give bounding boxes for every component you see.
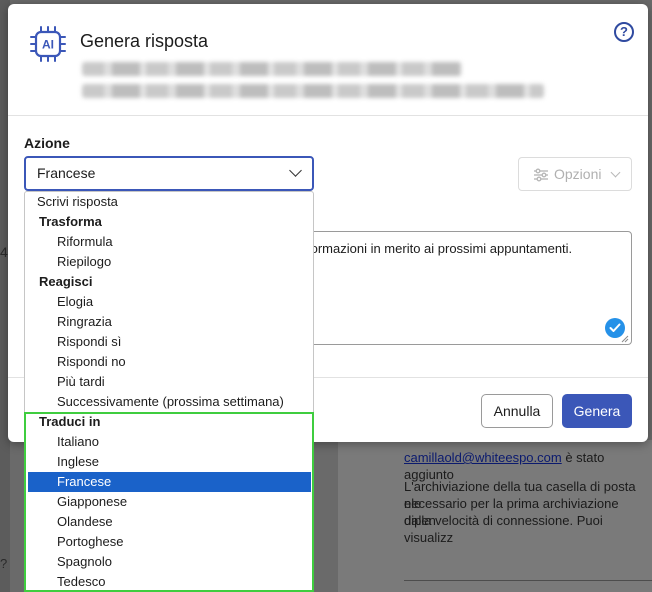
generate-button[interactable]: Genera [562, 394, 632, 428]
dropdown-item[interactable]: Successivamente (prossima settimana) [25, 392, 313, 412]
resize-handle-icon[interactable] [621, 335, 629, 343]
reply-textarea[interactable]: formazioni in merito ai prossimi appunta… [307, 231, 632, 345]
background-help-icon: ? [0, 556, 8, 571]
background-number: 4 [0, 244, 8, 260]
action-select[interactable]: Francese [24, 156, 314, 191]
chevron-down-icon [289, 164, 302, 177]
dropdown-group-header: Traduci in [39, 414, 101, 429]
blurred-subtitle-line [82, 84, 544, 98]
options-button[interactable]: Opzioni [518, 157, 632, 191]
dropdown-item[interactable]: Scrivi risposta [25, 192, 313, 212]
dropdown-item[interactable]: Spagnolo [25, 552, 313, 572]
dropdown-item[interactable]: Riformula [25, 232, 313, 252]
dropdown-item[interactable]: Rispondi no [25, 352, 313, 372]
ai-chip-icon: AI [30, 26, 66, 62]
dropdown-group-header: Trasforma [39, 214, 102, 229]
dropdown-group-header: Reagisci [39, 274, 93, 289]
dropdown-item[interactable]: Italiano [25, 432, 313, 452]
dropdown-item[interactable]: Inglese [25, 452, 313, 472]
dropdown-item[interactable]: Tedesco [25, 572, 313, 591]
dialog-title: Genera risposta [80, 31, 209, 51]
options-label: Opzioni [554, 166, 602, 182]
action-select-value: Francese [37, 165, 96, 181]
dropdown-item[interactable]: Elogia [25, 292, 313, 312]
dropdown-item[interactable]: Più tardi [25, 372, 313, 392]
dropdown-item[interactable]: Rispondi sì [25, 332, 313, 352]
dropdown-item[interactable]: Portoghese [25, 532, 313, 552]
sliders-icon [534, 168, 548, 182]
dropdown-item[interactable]: Ringrazia [25, 312, 313, 332]
background-divider [404, 580, 652, 581]
reply-text: formazioni in merito ai prossimi appunta… [307, 241, 573, 256]
background-text-line: dalla velocità di connessione. Puoi visu… [404, 513, 603, 545]
blurred-subtitle-line [82, 62, 462, 76]
action-dropdown-list: Scrivi risposta Trasforma Riformula Riep… [24, 191, 314, 592]
chevron-down-icon [610, 167, 621, 178]
dropdown-item[interactable]: Olandese [25, 512, 313, 532]
dropdown-item[interactable]: Riepilogo [25, 252, 313, 272]
header-divider [8, 115, 648, 116]
help-icon[interactable]: ? [614, 22, 634, 42]
background-email-link[interactable]: camillaold@whiteespo.com [404, 450, 562, 465]
cancel-button[interactable]: Annulla [481, 394, 553, 428]
dropdown-item-selected[interactable]: Francese [28, 472, 311, 492]
dropdown-item[interactable]: Giapponese [25, 492, 313, 512]
action-label: Azione [24, 135, 70, 151]
ai-icon-label: AI [42, 38, 54, 52]
